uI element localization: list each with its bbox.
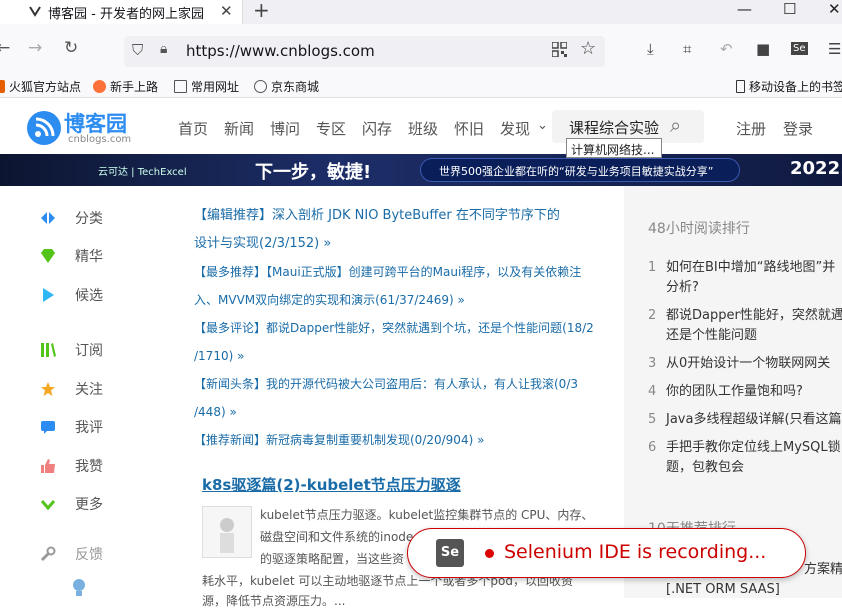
play-icon — [43, 288, 54, 302]
lock-icon[interactable]: 🔒︎ — [160, 41, 167, 57]
left-sidebar: 分类 精华 候选 订阅 关注 我评 我赞 更多 反馈 — [0, 186, 172, 598]
search-input[interactable]: 课程综合实验 — [569, 117, 659, 138]
author-avatar[interactable] — [202, 506, 252, 558]
shield-icon[interactable]: ⛉ — [132, 41, 143, 59]
selenium-extension-icon[interactable]: Se — [791, 42, 808, 55]
menu-icon[interactable]: ☰ — [828, 40, 841, 58]
reload-icon[interactable]: ↻ — [64, 38, 78, 58]
post-summary-line: kubelet节点压力驱逐。kubelet监控集群节点的 CPU、内存、 — [260, 508, 594, 522]
post-title[interactable]: k8s驱逐篇(2)-kubelet节点压力驱逐 — [202, 474, 461, 495]
lightbulb-icon[interactable] — [72, 578, 86, 598]
recommend-item[interactable]: 【新闻头条】我的开源代码被大公司盗用后：有人承认，有人让我滚(0/3/448) … — [194, 370, 578, 426]
post-summary-line: 磁盘空间和文件系统的inode — [260, 530, 414, 544]
extension-icon[interactable]: ■ — [756, 40, 770, 58]
recommend-item[interactable]: 【最多推荐】【Maui正式版】创建可跨平台的Maui程序，以及有关依赖注 入、MV… — [194, 258, 581, 314]
thumb-icon — [41, 459, 55, 473]
banner-pill: 世界500强企业都在听的“研发与业务项目敏捷实战分享” — [420, 158, 740, 182]
books-icon — [41, 343, 56, 357]
firefox-icon — [93, 80, 106, 93]
qr-code-icon[interactable] — [552, 42, 567, 57]
tab-bar: 博客园 - 开发者的网上家园 ✕ + — ☐ ✕ — [0, 0, 842, 24]
selenium-logo-icon: Se — [436, 539, 464, 567]
globe-icon — [254, 80, 267, 93]
nav-discover[interactable]: 发现 — [500, 118, 530, 139]
recommend-item[interactable]: 【推荐新闻】新冠病毒复制重要机制发现(0/20/904) » — [194, 426, 484, 454]
download-icon[interactable]: ⤓ — [647, 40, 654, 58]
selenium-recording-indicator[interactable]: Se Selenium IDE is recording... — [407, 528, 806, 578]
screenshot-icon[interactable]: ⌗ — [683, 40, 691, 58]
post-summary-line: 的驱逐策略配置，当这些资 — [260, 552, 405, 566]
ranking-item[interactable]: [.NET ORM SAAS] — [666, 580, 780, 600]
bookmark-folder[interactable]: 常用网址 — [174, 78, 239, 95]
close-window-button[interactable]: ✕ — [828, 0, 841, 18]
url-text[interactable]: https://www.cnblogs.com — [186, 42, 375, 60]
navigation-toolbar: ← → ↻ ⛉ 🔒︎ https://www.cnblogs.com ☆ ⤓ ⌗… — [0, 24, 842, 74]
star-icon — [41, 382, 55, 396]
bookmarks-bar: 火狐官方站点 新手上路 常用网址 京东商城 移动设备上的书签 — [0, 74, 842, 98]
post-summary-line: 源，降低节点资源压力。... — [202, 594, 346, 608]
minimize-button[interactable]: — — [737, 0, 752, 18]
forward-icon[interactable]: → — [28, 38, 42, 58]
ad-banner[interactable]: 云可达 | TechExcel 下一步，敏捷! 世界500强企业都在听的“研发与… — [0, 154, 842, 186]
banner-brand: 云可达 | TechExcel — [98, 167, 187, 178]
diamond-icon — [41, 249, 55, 263]
search-icon[interactable]: ⌕ — [670, 113, 681, 137]
recording-dot-icon — [485, 549, 494, 558]
back-icon[interactable]: ← — [0, 38, 10, 58]
nav-retro[interactable]: 怀旧 — [454, 118, 484, 139]
category-icon — [41, 212, 55, 224]
tab-close-icon[interactable]: ✕ — [220, 2, 233, 20]
ranking-title: 48小时阅读排行 — [648, 221, 750, 237]
banner-slogan: 下一步，敏捷! — [255, 162, 372, 183]
bookmark-star-icon[interactable]: ☆ — [580, 38, 596, 59]
browser-tab[interactable]: 博客园 - 开发者的网上家园 ✕ — [0, 0, 243, 24]
mobile-bookmarks[interactable]: 移动设备上的书签 — [736, 78, 842, 95]
bookmark-item[interactable]: 新手上路 — [93, 78, 158, 95]
nav-class[interactable]: 班级 — [408, 118, 438, 139]
url-bar[interactable]: ⛉ 🔒︎ https://www.cnblogs.com ☆ — [124, 36, 605, 67]
undo-icon[interactable]: ↶ — [720, 40, 733, 58]
banner-year: 2022. — [790, 158, 842, 179]
nav-home[interactable]: 首页 — [178, 118, 208, 139]
ranking-item-fragment[interactable]: 方案精简 — [804, 560, 842, 580]
wrench-icon — [40, 546, 56, 562]
mobile-icon — [736, 80, 745, 93]
chevron-down-icon[interactable]: ⌄ — [537, 118, 548, 133]
cnblogs-logo-icon[interactable] — [27, 111, 61, 145]
maximize-button[interactable]: ☐ — [783, 0, 796, 18]
new-tab-button[interactable]: + — [253, 0, 270, 22]
bookmark-item[interactable]: 火狐官方站点 — [0, 78, 81, 95]
chevron-icon — [40, 500, 56, 511]
cnblogs-favicon-icon — [29, 6, 41, 17]
nav-qa[interactable]: 博问 — [270, 118, 300, 139]
firefox-icon — [0, 80, 5, 93]
recommend-item[interactable]: 【最多评论】都说Dapper性能好，突然就遇到个坑，还是个性能问题(18/2/1… — [194, 314, 594, 370]
site-logo-subtitle: cnblogs.com — [68, 134, 132, 145]
site-header: 博客园 cnblogs.com 首页 新闻 博问 专区 闪存 班级 怀旧 发现 … — [0, 98, 842, 154]
nav-flash[interactable]: 闪存 — [362, 118, 392, 139]
selenium-message: Selenium IDE is recording... — [504, 541, 767, 563]
folder-icon — [174, 80, 187, 93]
register-link[interactable]: 注册 — [736, 118, 766, 139]
comment-icon — [41, 421, 55, 434]
nav-news[interactable]: 新闻 — [224, 118, 254, 139]
login-link[interactable]: 登录 — [783, 118, 813, 139]
bookmark-item[interactable]: 京东商城 — [254, 78, 319, 95]
recommend-item[interactable]: 【编辑推荐】深入剖析 JDK NIO ByteBuffer 在不同字节序下的 设计… — [194, 202, 560, 258]
search-suggestion[interactable]: 计算机网络技... — [566, 138, 662, 158]
nav-zone[interactable]: 专区 — [316, 118, 346, 139]
tab-title: 博客园 - 开发者的网上家园 — [48, 7, 204, 22]
